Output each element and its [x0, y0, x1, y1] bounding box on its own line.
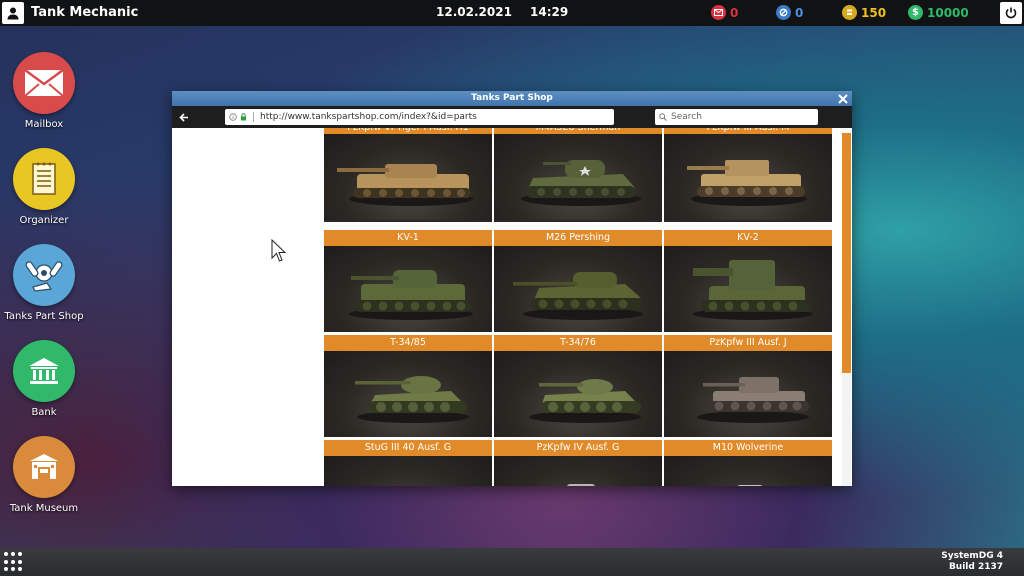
date-display: 12.02.2021	[436, 5, 512, 19]
shop-item-card[interactable]: M10 Wolverine	[664, 440, 832, 486]
shop-item-card[interactable]: M4A3E8 Sherman	[494, 128, 662, 222]
tools-icon	[13, 244, 75, 306]
page-content: PzKpfw VI Tiger I Ausf. H1 M4A3E8 Sherma…	[172, 128, 852, 486]
top-bar: Tank Mechanic 12.02.2021 14:29 0 0 150 $…	[0, 0, 1024, 26]
desktop-icon-label: Organizer	[19, 215, 69, 226]
shop-item-card[interactable]: PzKpfw VI Tiger I Ausf. H1	[324, 128, 492, 222]
desktop-icon-tank-museum[interactable]: Tank Museum	[0, 436, 88, 514]
system-info: SystemDG 4 Build 2137	[941, 551, 1003, 573]
back-arrow-icon	[179, 112, 188, 122]
scrollbar[interactable]	[842, 133, 851, 486]
mouse-cursor-icon	[271, 238, 287, 267]
shop-item-card[interactable]: T-34/85	[324, 335, 492, 437]
tank-image	[324, 134, 492, 220]
tank-image	[664, 351, 832, 437]
tank-image	[664, 456, 832, 486]
power-icon	[1005, 7, 1017, 19]
support-icon	[776, 5, 791, 20]
tank-image	[494, 351, 662, 437]
lock-icon	[241, 113, 246, 121]
time-display: 14:29	[530, 5, 569, 19]
power-button[interactable]	[1000, 2, 1022, 24]
desktop-icon-bank[interactable]: Bank	[0, 340, 88, 418]
url-field[interactable]: http://www.tankspartshop.com/index?&id=p…	[225, 109, 614, 125]
bank-icon	[13, 340, 75, 402]
shop-item-card[interactable]: KV-2	[664, 230, 832, 332]
tank-image	[324, 246, 492, 332]
close-icon	[838, 93, 848, 104]
url-separator	[253, 112, 254, 122]
tank-image	[494, 456, 662, 486]
tank-image	[664, 134, 832, 220]
coins-counter[interactable]: 150	[842, 5, 886, 20]
tank-image	[494, 246, 662, 332]
system-name: SystemDG 4	[941, 551, 1003, 561]
app-grid-icon[interactable]	[4, 552, 24, 572]
shop-item-title: PzKpfw IV Ausf. G	[494, 440, 662, 456]
window-title: Tanks Part Shop	[471, 93, 553, 103]
money-counter[interactable]: $ 10000	[908, 5, 969, 20]
desktop-icon-label: Mailbox	[24, 119, 64, 130]
info-icon	[229, 113, 237, 121]
mail-count: 0	[730, 5, 739, 20]
mail-icon	[13, 52, 75, 114]
window-title-bar[interactable]: Tanks Part Shop	[172, 91, 852, 106]
dollar-icon: $	[908, 5, 923, 20]
user-icon[interactable]	[2, 2, 24, 24]
shop-item-card[interactable]: PzKpfw III Ausf. M	[664, 128, 832, 222]
tank-image	[664, 246, 832, 332]
mail-icon	[711, 5, 726, 20]
coin-icon	[842, 5, 857, 20]
shop-item-title: StuG III 40 Ausf. G	[324, 440, 492, 456]
notepad-icon	[13, 148, 75, 210]
shop-item-card[interactable]: PzKpfw IV Ausf. G	[494, 440, 662, 486]
build-number: Build 2137	[948, 562, 1003, 572]
mail-counter[interactable]: 0	[711, 5, 738, 20]
shop-item-card[interactable]: PzKpfw III Ausf. J	[664, 335, 832, 437]
shop-item-card[interactable]: T-34/76	[494, 335, 662, 437]
app-title: Tank Mechanic	[31, 5, 139, 20]
back-button[interactable]	[177, 110, 191, 124]
museum-icon	[13, 436, 75, 498]
desktop-icon-mailbox[interactable]: Mailbox	[0, 52, 88, 130]
shop-item-title: PzKpfw III Ausf. J	[664, 335, 832, 351]
shop-item-title: M10 Wolverine	[664, 440, 832, 456]
search-icon	[659, 113, 667, 121]
shop-item-title: M26 Pershing	[494, 230, 662, 246]
desktop-icon-organizer[interactable]: Organizer	[0, 148, 88, 226]
shop-grid: PzKpfw VI Tiger I Ausf. H1 M4A3E8 Sherma…	[318, 128, 852, 486]
shop-item-title: KV-2	[664, 230, 832, 246]
money-amount: 10000	[927, 5, 969, 20]
desktop-icon-label: Bank	[31, 407, 57, 418]
tank-image	[494, 134, 662, 220]
page-sidebar	[172, 128, 318, 486]
browser-nav-bar: http://www.tankspartshop.com/index?&id=p…	[172, 106, 852, 128]
support-counter[interactable]: 0	[776, 5, 803, 20]
tank-image	[324, 351, 492, 437]
shop-item-title: T-34/85	[324, 335, 492, 351]
shop-item-title: T-34/76	[494, 335, 662, 351]
taskbar: SystemDG 4 Build 2137	[0, 548, 1024, 576]
tank-image	[324, 456, 492, 486]
desktop-icon-label: Tank Museum	[9, 503, 79, 514]
close-button[interactable]	[837, 91, 849, 106]
search-placeholder: Search	[671, 112, 702, 122]
url-text: http://www.tankspartshop.com/index?&id=p…	[260, 112, 477, 122]
scrollbar-thumb[interactable]	[842, 133, 851, 373]
shop-item-title: KV-1	[324, 230, 492, 246]
desktop-icon-tanks-part-shop[interactable]: Tanks Part Shop	[0, 244, 88, 322]
coins-count: 150	[861, 5, 887, 20]
browser-window: Tanks Part Shop http://www.tankspartshop…	[172, 91, 852, 486]
support-count: 0	[795, 5, 804, 20]
shop-item-card[interactable]: StuG III 40 Ausf. G	[324, 440, 492, 486]
shop-item-card[interactable]: M26 Pershing	[494, 230, 662, 332]
shop-item-card[interactable]: KV-1	[324, 230, 492, 332]
desktop-icon-label: Tanks Part Shop	[4, 311, 84, 322]
search-input[interactable]: Search	[655, 109, 818, 125]
